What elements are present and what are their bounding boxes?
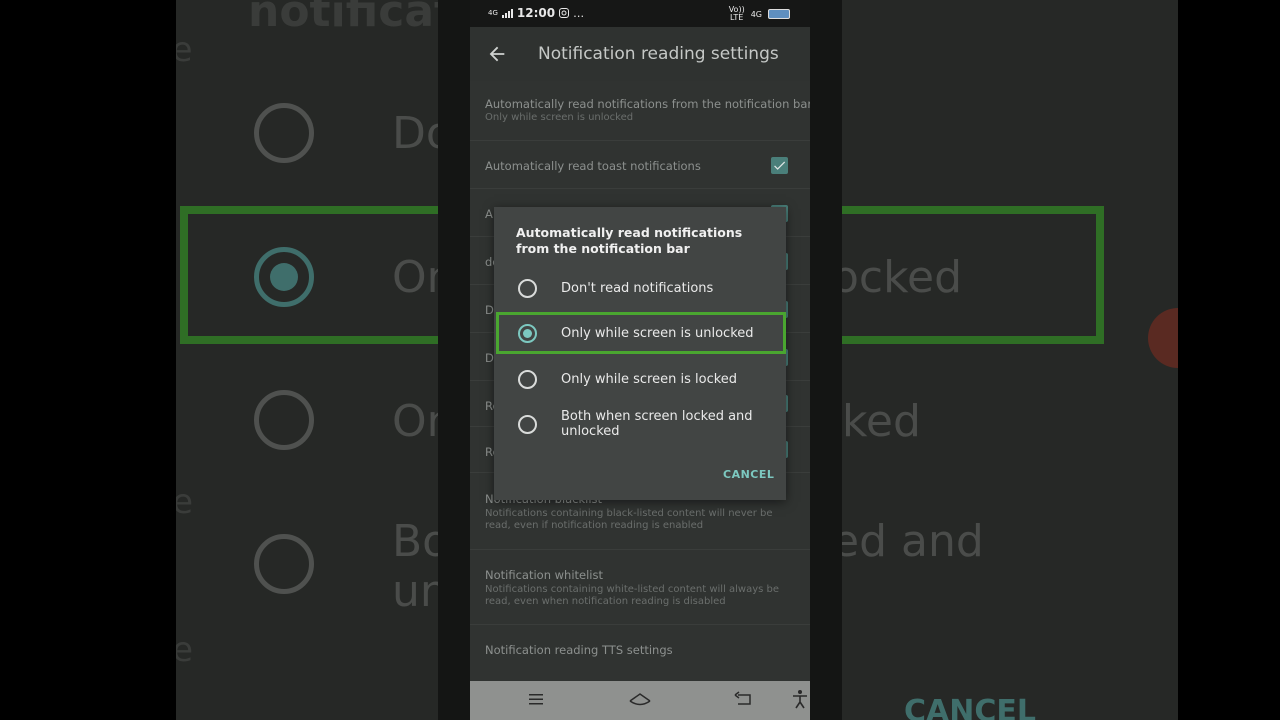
background-text: notificatio — [248, 0, 438, 37]
background-text: On — [392, 396, 438, 447]
radio-unchecked-icon[interactable] — [518, 370, 537, 389]
background-text: Re — [176, 630, 194, 670]
background-left-panel: notificatio de Do D On D On Re Bo un Re — [176, 0, 438, 720]
background-text: de — [176, 30, 193, 70]
screen-root: notificatio de Do D On D On Re Bo un Re … — [0, 0, 1280, 720]
background-text: Re — [176, 482, 194, 522]
option-label: Only while screen is locked — [561, 372, 738, 387]
selection-highlight — [496, 312, 786, 354]
background-right-panel: ocked ked ed and CANCEL — [842, 0, 1178, 720]
option-only-locked[interactable]: Only while screen is locked — [494, 356, 786, 402]
background-text: un — [392, 566, 438, 617]
option-label: Both when screen locked and unlocked — [561, 409, 753, 439]
background-text: Do — [392, 108, 438, 159]
background-radio-icon — [254, 390, 314, 450]
option-both[interactable]: Both when screen locked and unlocked — [494, 401, 786, 451]
option-label: Don't read notifications — [561, 281, 714, 296]
background-text: On — [392, 252, 438, 303]
background-radio-dot-icon — [270, 263, 298, 291]
radio-unchecked-icon[interactable] — [518, 415, 537, 434]
background-text: CANCEL — [904, 694, 1036, 720]
background-text: Bo — [392, 516, 438, 567]
cancel-button[interactable]: CANCEL — [723, 468, 774, 481]
background-text: ocked — [842, 252, 963, 303]
option-dont-read[interactable]: Don't read notifications — [494, 265, 786, 311]
radio-unchecked-icon[interactable] — [518, 279, 537, 298]
background-text: ed and — [842, 516, 984, 567]
background-radio-icon — [254, 103, 314, 163]
background-radio-icon — [254, 534, 314, 594]
phone-bezel-right — [810, 0, 842, 720]
background-dim — [842, 0, 1178, 720]
background-text: ked — [842, 396, 921, 447]
phone-bezel-left — [438, 0, 470, 720]
dialog-title: Automatically read notifications from th… — [516, 225, 743, 256]
